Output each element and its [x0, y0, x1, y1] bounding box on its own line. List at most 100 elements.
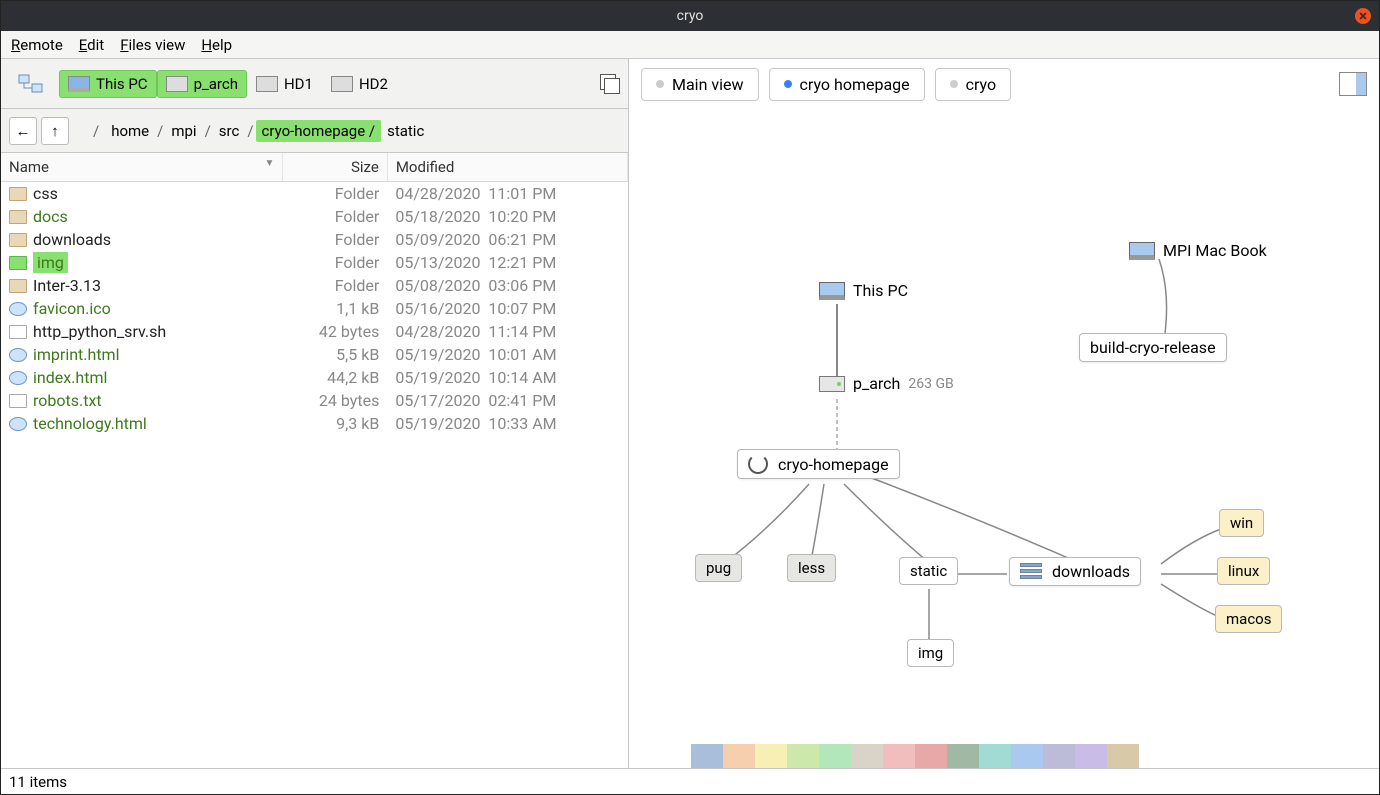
spinner-icon — [748, 454, 768, 474]
status-text: 11 items — [9, 773, 67, 791]
tabbar: Main view cryo homepage cryo — [629, 59, 1379, 109]
node-less[interactable]: less — [787, 554, 836, 582]
node-macos[interactable]: macos — [1215, 605, 1282, 633]
device-this-pc[interactable]: This PC — [59, 70, 157, 98]
breadcrumb-home[interactable]: home — [105, 120, 155, 142]
file-icon — [9, 325, 27, 339]
tab-main-view[interactable]: Main view — [641, 68, 759, 101]
tab-indicator-icon — [950, 80, 958, 88]
color-swatch[interactable] — [787, 744, 819, 768]
node-pug[interactable]: pug — [695, 554, 742, 582]
color-swatch[interactable] — [851, 744, 883, 768]
breadcrumb-cryo-homepage[interactable]: cryo-homepage / — [256, 120, 382, 142]
server-icon — [1020, 563, 1042, 581]
node-this-pc[interactable]: This PC — [819, 281, 908, 300]
file-row[interactable]: cssFolder04/28/2020 11:01 PM — [1, 182, 628, 206]
breadcrumb-mpi[interactable]: mpi — [165, 120, 202, 142]
node-win[interactable]: win — [1219, 509, 1264, 537]
color-swatch[interactable] — [1107, 744, 1139, 768]
menu-edit[interactable]: Edit — [79, 36, 104, 54]
file-row[interactable]: favicon.ico1,1 kB05/16/2020 10:07 PM — [1, 297, 628, 320]
folder-icon — [9, 210, 27, 224]
multi-window-icon[interactable] — [600, 74, 620, 94]
color-swatch[interactable] — [755, 744, 787, 768]
node-p-arch[interactable]: p_arch 263 GB — [819, 374, 954, 393]
breadcrumb-src[interactable]: src — [213, 120, 246, 142]
node-img[interactable]: img — [907, 639, 954, 667]
file-row[interactable]: index.html44,2 kB05/19/2020 10:14 AM — [1, 366, 628, 389]
sort-indicator-icon: ▼ — [265, 158, 275, 169]
file-row[interactable]: http_python_srv.sh42 bytes04/28/2020 11:… — [1, 320, 628, 343]
file-row[interactable]: Inter-3.13Folder05/08/2020 03:06 PM — [1, 274, 628, 297]
color-swatch[interactable] — [691, 744, 723, 768]
color-swatch[interactable] — [1075, 744, 1107, 768]
folder-icon — [9, 187, 27, 201]
file-row[interactable]: downloadsFolder05/09/2020 06:21 PM — [1, 228, 628, 251]
col-size[interactable]: Size — [283, 153, 387, 182]
file-name: technology.html — [33, 414, 147, 433]
file-name: css — [33, 184, 58, 203]
node-downloads[interactable]: downloads — [1009, 557, 1141, 586]
file-row[interactable]: technology.html9,3 kB05/19/2020 10:33 AM — [1, 412, 628, 435]
file-name: docs — [33, 207, 68, 226]
color-swatch[interactable] — [819, 744, 851, 768]
menu-remote[interactable]: Remote — [11, 36, 63, 54]
drive-icon — [819, 376, 845, 392]
tab-cryo-homepage[interactable]: cryo homepage — [769, 68, 925, 101]
file-row[interactable]: imgFolder05/13/2020 12:21 PM — [1, 251, 628, 274]
graph-canvas[interactable]: This PC MPI Mac Book build-cryo-release … — [629, 109, 1379, 738]
menu-files-view[interactable]: Files view — [120, 36, 185, 54]
tab-cryo[interactable]: cryo — [935, 68, 1012, 101]
node-static[interactable]: static — [899, 557, 958, 585]
up-button[interactable]: ↑ — [41, 117, 69, 145]
node-cryo-homepage[interactable]: cryo-homepage — [737, 449, 900, 479]
file-name: Inter-3.13 — [33, 276, 101, 295]
folder-icon — [9, 256, 27, 270]
node-mpi-macbook[interactable]: MPI Mac Book — [1129, 241, 1267, 260]
color-swatch[interactable] — [659, 744, 691, 768]
col-modified[interactable]: Modified — [387, 153, 627, 182]
device-hd1[interactable]: HD1 — [247, 70, 322, 98]
drive-icon — [256, 76, 278, 92]
close-icon[interactable] — [1355, 8, 1371, 24]
color-swatch[interactable] — [947, 744, 979, 768]
node-build-release[interactable]: build-cryo-release — [1079, 333, 1227, 362]
device-p_arch[interactable]: p_arch — [157, 70, 247, 98]
panel-toggle-icon[interactable] — [1339, 72, 1367, 96]
file-row[interactable]: robots.txt24 bytes05/17/2020 02:41 PM — [1, 389, 628, 412]
file-name: favicon.ico — [33, 299, 111, 318]
back-button[interactable]: ← — [9, 117, 37, 145]
color-swatch[interactable] — [883, 744, 915, 768]
file-name: img — [33, 252, 68, 273]
monitor-icon — [1129, 242, 1155, 260]
tab-indicator-icon — [784, 80, 792, 88]
device-hd2[interactable]: HD2 — [322, 70, 397, 98]
color-swatch[interactable] — [1043, 744, 1075, 768]
monitor-icon — [68, 76, 90, 92]
file-row[interactable]: imprint.html5,5 kB05/19/2020 10:01 AM — [1, 343, 628, 366]
col-name[interactable]: Name▼ — [1, 153, 283, 182]
color-swatch[interactable] — [979, 744, 1011, 768]
color-swatch[interactable] — [1011, 744, 1043, 768]
monitor-icon — [819, 282, 845, 300]
file-table: Name▼ Size Modified cssFolder04/28/2020 … — [1, 153, 628, 768]
file-name: http_python_srv.sh — [33, 322, 166, 341]
file-name: index.html — [33, 368, 107, 387]
menu-help[interactable]: Help — [201, 36, 232, 54]
file-row[interactable]: docsFolder05/18/2020 10:20 PM — [1, 205, 628, 228]
file-name: downloads — [33, 230, 111, 249]
color-palette — [629, 738, 1379, 768]
color-swatch[interactable] — [915, 744, 947, 768]
folder-icon — [9, 233, 27, 247]
menubar: Remote Edit Files view Help — [1, 31, 1379, 59]
breadcrumb-static[interactable]: static — [381, 120, 430, 142]
folder-icon — [9, 279, 27, 293]
drive-icon — [331, 76, 353, 92]
statusbar: 11 items — [1, 768, 1379, 794]
drive-icon — [166, 76, 188, 92]
graph-edges — [629, 109, 1379, 738]
color-swatch[interactable] — [723, 744, 755, 768]
file-name: robots.txt — [33, 391, 102, 410]
network-icon[interactable] — [9, 69, 53, 99]
node-linux[interactable]: linux — [1217, 557, 1270, 585]
